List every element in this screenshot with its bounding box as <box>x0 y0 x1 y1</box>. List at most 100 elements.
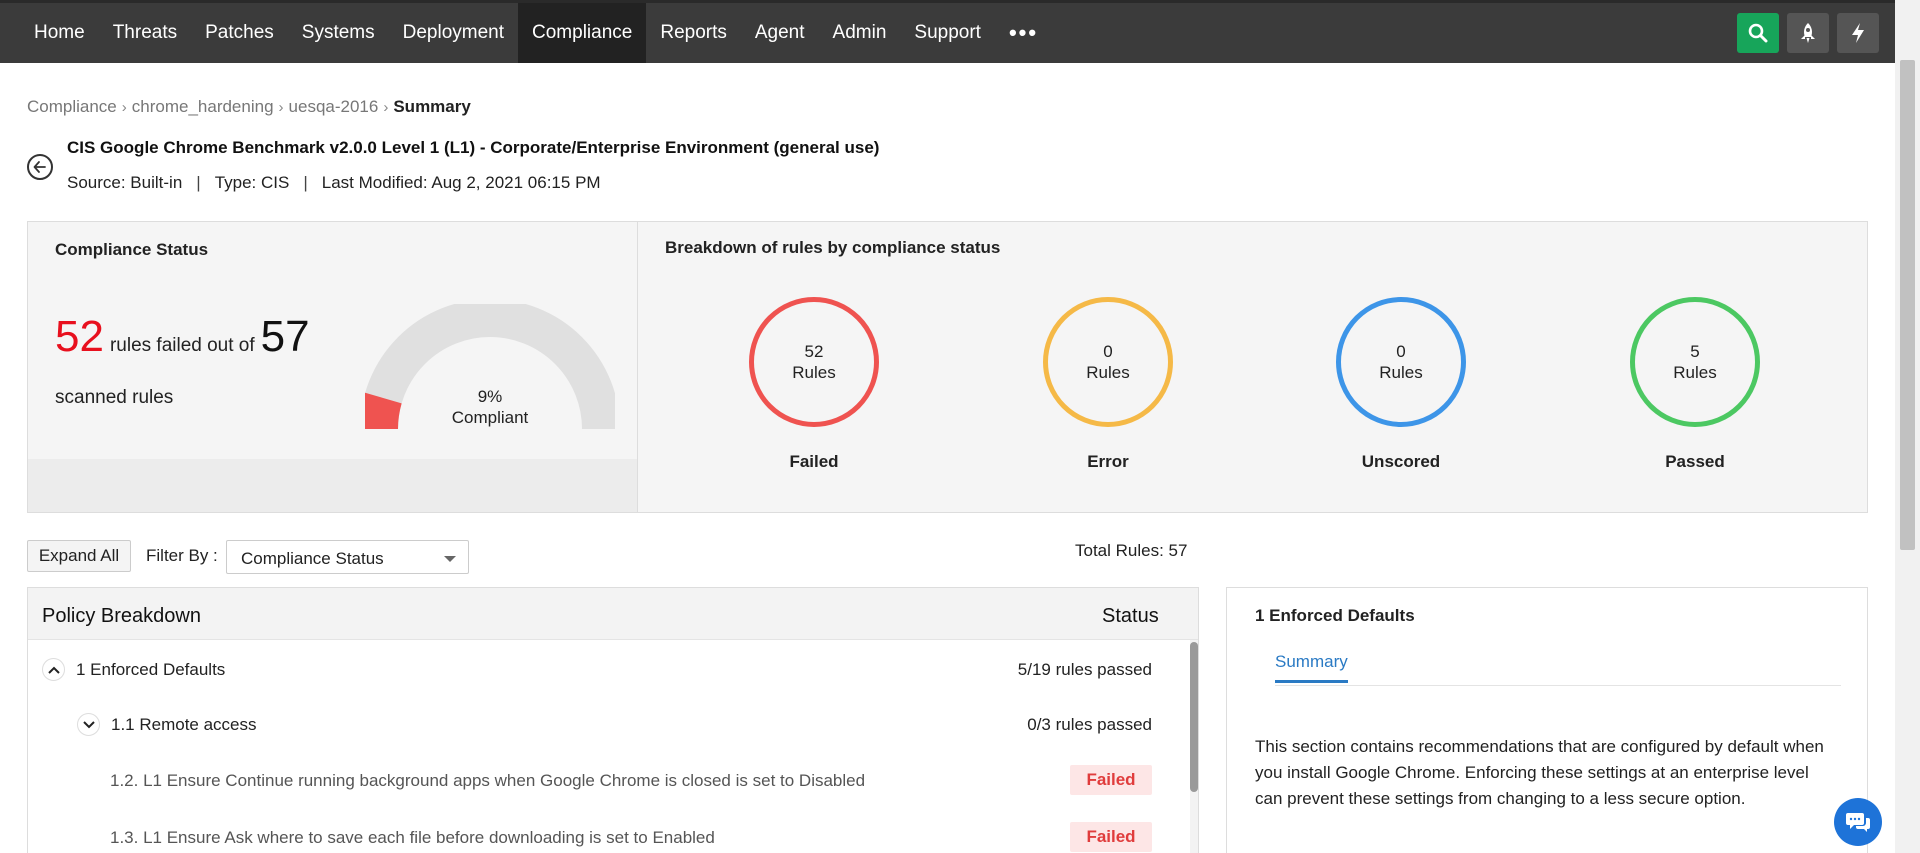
nav-home[interactable]: Home <box>20 3 99 63</box>
row-label: 1.3. L1 Ensure Ask where to save each fi… <box>110 828 715 847</box>
scanned-text: scanned rules <box>55 387 174 408</box>
nav-more-icon[interactable]: ••• <box>995 3 1052 63</box>
detail-description: This section contains recommendations th… <box>1255 737 1824 808</box>
meta-divider: | <box>196 173 201 192</box>
nav-threats[interactable]: Threats <box>99 3 191 63</box>
page-scrollbar-thumb[interactable] <box>1900 60 1915 550</box>
row-status: 0/3 rules passed <box>1027 715 1152 734</box>
row-status: 5/19 rules passed <box>1017 660 1152 679</box>
top-nav-bar: Home Threats Patches Systems Deployment … <box>0 0 1895 63</box>
nav-support[interactable]: Support <box>900 3 995 63</box>
gauge-label: 9% Compliant <box>430 386 550 428</box>
nav-reports[interactable]: Reports <box>646 3 741 63</box>
table-row[interactable]: 1.2. L1 Ensure Continue running backgrou… <box>28 760 1170 800</box>
lightning-icon <box>1852 23 1864 43</box>
breadcrumb-compliance[interactable]: Compliance <box>27 97 117 117</box>
rocket-icon <box>1801 23 1815 43</box>
gauge-percent: 9% <box>477 387 503 406</box>
caret-down-icon <box>444 556 456 562</box>
chevron-right-icon: › <box>278 98 284 116</box>
page-title: CIS Google Chrome Benchmark v2.0.0 Level… <box>67 138 880 157</box>
nav-patches[interactable]: Patches <box>191 3 288 63</box>
main-nav: Home Threats Patches Systems Deployment … <box>0 3 1052 63</box>
unscored-ring[interactable]: 0 Rules <box>1336 297 1466 427</box>
chat-icon <box>1846 813 1870 832</box>
compliance-summary-panel: Compliance Status 52 rules failed out of… <box>27 221 1868 513</box>
gauge-fill <box>365 392 402 430</box>
gauge-percent-label: Compliant <box>451 408 529 427</box>
table-scrollbar-thumb[interactable] <box>1190 642 1198 792</box>
passed-ring-label: Passed <box>1665 452 1725 471</box>
unscored-ring-count: 0 <box>1396 342 1406 361</box>
nav-deployment[interactable]: Deployment <box>389 3 518 63</box>
unscored-ring-label: Unscored <box>1361 452 1441 471</box>
page-scrollbar[interactable] <box>1895 0 1920 853</box>
detail-title: 1 Enforced Defaults <box>1255 606 1415 625</box>
chevron-up-icon[interactable] <box>42 658 65 681</box>
row-label: 1.1 Remote access <box>111 715 257 734</box>
passed-ring-count: 5 <box>1690 342 1700 361</box>
failed-ring-label: Failed <box>789 452 839 471</box>
failed-ring-unit: Rules <box>792 363 836 382</box>
chevron-right-icon: › <box>121 98 127 116</box>
back-button[interactable] <box>27 154 53 180</box>
nav-agent[interactable]: Agent <box>741 3 819 63</box>
expand-all-button[interactable]: Expand All <box>27 540 131 572</box>
compliance-status-title: Compliance Status <box>55 240 209 259</box>
meta-source: Source: Built-in <box>67 173 183 192</box>
compliance-status-card: Compliance Status 52 rules failed out of… <box>28 222 638 512</box>
policy-header-status: Status <box>1102 605 1159 627</box>
nav-compliance[interactable]: Compliance <box>518 3 647 63</box>
breadcrumb: Compliance › chrome_hardening › uesqa-20… <box>27 97 471 117</box>
breadcrumb-chrome-hardening[interactable]: chrome_hardening <box>132 97 274 117</box>
failed-text: rules failed out of <box>109 335 255 356</box>
total-rules: Total Rules: 57 <box>1075 541 1188 560</box>
chevron-down-icon[interactable] <box>77 713 100 736</box>
search-icon <box>1748 23 1768 43</box>
search-button[interactable] <box>1737 13 1779 53</box>
error-ring[interactable]: 0 Rules <box>1043 297 1173 427</box>
failed-ring-count: 52 <box>804 342 824 361</box>
row-label: 1 Enforced Defaults <box>76 660 226 679</box>
quick-launch-button[interactable] <box>1787 13 1829 53</box>
section-detail-panel: 1 Enforced Defaults Summary This section… <box>1226 587 1868 853</box>
table-scrollbar[interactable] <box>1190 640 1198 853</box>
chat-button[interactable] <box>1834 798 1882 846</box>
meta-type: Type: CIS <box>214 173 290 192</box>
table-row[interactable]: 1.3. L1 Ensure Ask where to save each fi… <box>28 817 1170 853</box>
failed-count: 52 <box>55 312 104 361</box>
meta-divider: | <box>303 173 308 192</box>
filter-label: Filter By : <box>146 546 218 565</box>
unscored-ring-unit: Rules <box>1379 363 1423 382</box>
breadcrumb-uesqa[interactable]: uesqa-2016 <box>289 97 379 117</box>
total-count: 57 <box>260 312 310 361</box>
meta-modified: Last Modified: Aug 2, 2021 06:15 PM <box>321 173 601 192</box>
table-row[interactable]: 1 Enforced Defaults 5/19 rules passed <box>28 649 1170 689</box>
policy-table-header: Policy Breakdown Status <box>28 588 1198 640</box>
compliance-status-footer <box>28 459 637 512</box>
error-ring-unit: Rules <box>1086 363 1130 382</box>
chevron-right-icon: › <box>383 98 389 116</box>
status-badge: Failed <box>1070 765 1152 795</box>
failed-ring[interactable]: 52 Rules <box>749 297 879 427</box>
tab-summary[interactable]: Summary <box>1275 652 1348 683</box>
table-row[interactable]: 1.1 Remote access 0/3 rules passed <box>28 704 1170 744</box>
passed-ring[interactable]: 5 Rules <box>1630 297 1760 427</box>
tab-divider <box>1275 685 1841 686</box>
filter-select[interactable]: Compliance Status <box>226 540 469 574</box>
nav-admin[interactable]: Admin <box>819 3 901 63</box>
row-label: 1.2. L1 Ensure Continue running backgrou… <box>110 771 866 790</box>
error-ring-count: 0 <box>1103 342 1113 361</box>
chevron-up-glyph <box>47 666 60 674</box>
breadcrumb-summary: Summary <box>393 97 471 116</box>
failed-summary: 52 rules failed out of 57 <box>55 312 310 362</box>
policy-meta: Source: Built-in | Type: CIS | Last Modi… <box>67 173 601 193</box>
breakdown-card: Breakdown of rules by compliance status … <box>638 222 1867 512</box>
error-ring-label: Error <box>1087 452 1129 471</box>
quick-actions-button[interactable] <box>1837 13 1879 53</box>
policy-header-title: Policy Breakdown <box>42 605 201 627</box>
passed-ring-unit: Rules <box>1673 363 1717 382</box>
chevron-down-glyph <box>82 720 95 728</box>
nav-systems[interactable]: Systems <box>288 3 389 63</box>
top-actions <box>1737 13 1879 53</box>
